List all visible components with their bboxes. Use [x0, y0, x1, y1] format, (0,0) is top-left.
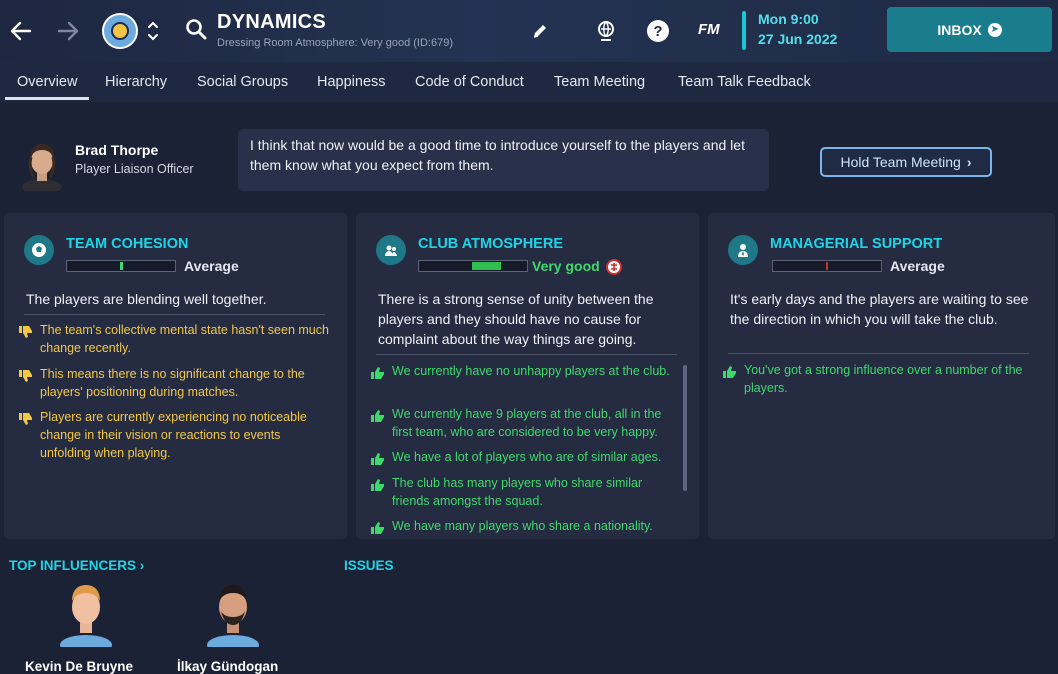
people-icon: [376, 235, 406, 265]
tab-code-of-conduct[interactable]: Code of Conduct: [415, 74, 524, 90]
avatar[interactable]: [20, 137, 64, 195]
player-photo[interactable]: [58, 577, 114, 655]
managerial-support-panel: MANAGERIAL SUPPORT Average It's early da…: [708, 213, 1055, 539]
thumbs-up-icon: [370, 478, 386, 492]
thumbs-up-icon: [370, 409, 386, 423]
thumbs-down-icon: [18, 325, 34, 339]
tab-hierarchy[interactable]: Hierarchy: [105, 74, 167, 90]
thumbs-down-icon: [18, 412, 34, 426]
influencer-name[interactable]: Kevin De Bruyne: [25, 659, 133, 674]
support-summary: It's early days and the players are wait…: [730, 291, 1029, 327]
svg-text:?: ?: [653, 23, 662, 40]
tab-bar: Overview Hierarchy Social Groups Happine…: [0, 62, 1058, 102]
search-icon[interactable]: [185, 18, 207, 40]
hold-team-meeting-button[interactable]: Hold Team Meeting ›: [820, 147, 992, 177]
help-icon[interactable]: ?: [646, 19, 670, 43]
tab-social-groups[interactable]: Social Groups: [197, 74, 288, 90]
top-influencers-link[interactable]: TOP INFLUENCERS ›: [9, 558, 144, 573]
page-title: DYNAMICS: [217, 11, 327, 33]
date-divider: [742, 11, 746, 50]
cohesion-meter: [66, 260, 176, 272]
chevron-right-icon: ›: [966, 154, 972, 170]
manager-icon: [728, 235, 758, 265]
cohesion-rating: Average: [184, 258, 239, 274]
forward-arrow-icon[interactable]: [55, 18, 81, 44]
tab-happiness[interactable]: Happiness: [317, 74, 386, 90]
inbox-button[interactable]: INBOX ➤: [887, 7, 1052, 52]
back-arrow-icon[interactable]: [8, 18, 34, 44]
panel-title: CLUB ATMOSPHERE: [418, 236, 563, 252]
thumbs-up-icon: [370, 452, 386, 466]
issues-title: ISSUES: [344, 558, 394, 573]
atmosphere-summary: There is a strong sense of unity between…: [378, 291, 654, 347]
game-time: Mon 9:00: [758, 11, 819, 27]
team-cohesion-panel: TEAM COHESION Average The players are bl…: [4, 213, 347, 539]
liaison-role: Player Liaison Officer: [75, 162, 194, 176]
atmosphere-meter: [418, 260, 528, 272]
football-icon: [24, 235, 54, 265]
top-bar: DYNAMICS Dressing Room Atmosphere: Very …: [0, 0, 1058, 62]
liaison-name[interactable]: Brad Thorpe: [75, 142, 158, 158]
trend-badge-icon: [606, 259, 622, 275]
world-football-icon[interactable]: [594, 19, 618, 43]
thumbs-up-icon: [722, 365, 738, 379]
thumbs-up-icon: [370, 366, 386, 380]
panel-title: MANAGERIAL SUPPORT: [770, 236, 943, 252]
tab-team-talk-feedback[interactable]: Team Talk Feedback: [678, 74, 811, 90]
player-photo[interactable]: [205, 577, 261, 655]
atmosphere-rating: Very good: [532, 258, 600, 274]
club-crest-icon[interactable]: [102, 13, 138, 49]
tab-overview[interactable]: Overview: [17, 74, 77, 90]
edit-pencil-icon[interactable]: [528, 19, 552, 43]
arrow-right-circle-icon: ➤: [987, 22, 1002, 37]
thumbs-up-icon: [370, 521, 386, 535]
chevron-updown-icon[interactable]: [146, 19, 160, 43]
tab-team-meeting[interactable]: Team Meeting: [554, 74, 645, 90]
divider: [728, 353, 1029, 354]
facts-scrollbar[interactable]: [683, 365, 687, 491]
page-subtitle: Dressing Room Atmosphere: Very good (ID:…: [217, 37, 454, 49]
club-atmosphere-panel: CLUB ATMOSPHERE Very good There is a str…: [356, 213, 699, 539]
inbox-label: INBOX: [937, 21, 982, 38]
support-meter: [772, 260, 882, 272]
cohesion-summary: The players are blending well together.: [26, 291, 267, 307]
panel-title: TEAM COHESION: [66, 236, 189, 252]
hold-team-meeting-label: Hold Team Meeting: [840, 154, 961, 170]
divider: [24, 314, 325, 315]
fm-logo[interactable]: FM: [698, 21, 720, 38]
active-tab-indicator: [5, 97, 89, 100]
liaison-message: I think that now would be a good time to…: [238, 129, 769, 191]
game-date: 27 Jun 2022: [758, 31, 838, 47]
divider: [376, 354, 677, 355]
chevron-right-icon: ›: [139, 558, 145, 573]
influencer-name[interactable]: İlkay Gündogan: [177, 659, 278, 674]
support-rating: Average: [890, 258, 945, 274]
thumbs-down-icon: [18, 369, 34, 383]
